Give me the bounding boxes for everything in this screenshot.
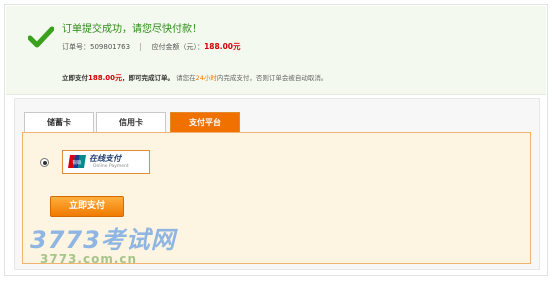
payment-instruction: 立即支付188.00元，即可完成订单。 请您在24小时内完成支付，否则订单会被自…	[62, 72, 327, 83]
divider	[140, 43, 142, 51]
pay-note-2: 内完成支付，否则订单会被自动取消。	[216, 74, 328, 82]
order-info: 订单号：509801763 应付金额（元）：188.00元	[62, 41, 241, 52]
watermark-logo: 3773考试网	[30, 226, 176, 254]
watermark-url: 3773.com.cn	[40, 252, 138, 266]
tab-credit-card[interactable]: 信用卡	[96, 112, 166, 133]
unionpay-name-en: Online Payment	[93, 164, 129, 169]
pay-hours: 24小时	[195, 74, 217, 82]
unionpay-online-payment-option[interactable]: 银联 在线支付 Online Payment	[62, 150, 150, 174]
pay-amount: 188.00元	[88, 74, 123, 82]
success-title: 订单提交成功，请您尽快付款！	[62, 24, 202, 35]
checkmark-icon	[28, 26, 54, 48]
order-number-label: 订单号：	[62, 43, 90, 51]
amount-label: 应付金额（元）：	[151, 43, 205, 51]
tab-debit-card[interactable]: 储蓄卡	[24, 112, 94, 133]
pay-bold-text: ，即可完成订单。	[122, 74, 175, 82]
pay-note-1: 请您在	[176, 74, 196, 82]
order-number: 509801763	[90, 43, 131, 51]
payment-option-radio[interactable]	[40, 158, 49, 167]
tab-payment-platform[interactable]: 支付平台	[170, 112, 240, 133]
unionpay-logo-icon: 银联	[68, 155, 86, 168]
pay-prefix: 立即支付	[62, 74, 88, 82]
unionpay-name-cn: 在线支付	[89, 154, 121, 163]
amount-value: 188.00元	[204, 42, 241, 51]
svg-text:银联: 银联	[73, 159, 82, 166]
pay-now-button[interactable]: 立即支付	[50, 196, 124, 217]
